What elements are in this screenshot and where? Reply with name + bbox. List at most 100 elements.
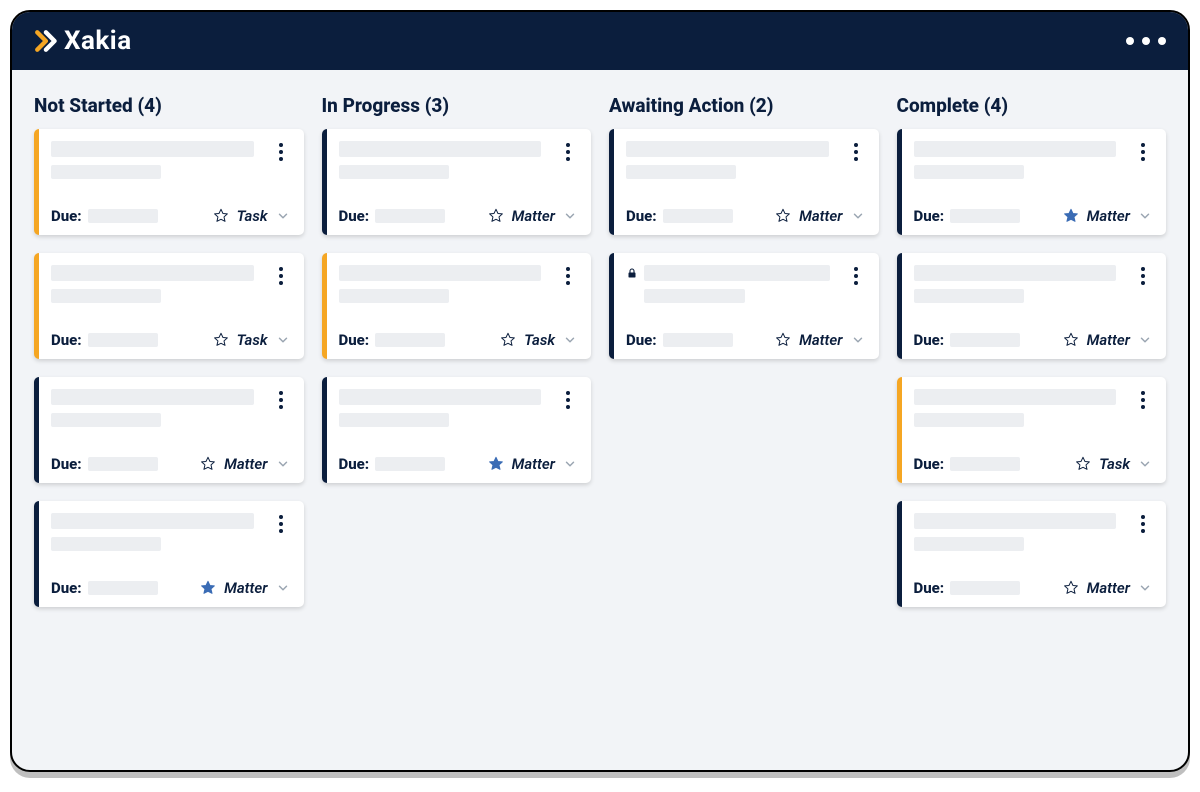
- kanban-board: Not Started (4) Due: Task: [12, 70, 1188, 770]
- card-title-placeholder: [51, 389, 272, 427]
- chevron-down-icon[interactable]: [563, 209, 577, 223]
- card-menu-button[interactable]: [1134, 141, 1152, 161]
- card-menu-button[interactable]: [272, 265, 290, 285]
- star-icon[interactable]: [1063, 580, 1079, 596]
- kanban-column: Not Started (4) Due: Task: [34, 94, 304, 625]
- column-title: In Progress (3): [322, 94, 592, 117]
- due-field: Due:: [626, 207, 733, 225]
- due-field: Due:: [914, 331, 1021, 349]
- due-label: Due:: [914, 579, 945, 597]
- kanban-card[interactable]: Due: Matter: [34, 501, 304, 607]
- card-type-label: Task: [1099, 455, 1130, 473]
- kanban-card[interactable]: Due: Matter: [322, 377, 592, 483]
- star-icon[interactable]: [500, 332, 516, 348]
- due-field: Due:: [51, 331, 158, 349]
- card-menu-button[interactable]: [559, 141, 577, 161]
- kanban-card[interactable]: Due: Matter: [34, 377, 304, 483]
- kanban-card[interactable]: Due: Matter: [609, 129, 879, 235]
- card-title-placeholder: [914, 389, 1135, 427]
- kanban-card[interactable]: Due: Task: [34, 129, 304, 235]
- due-value-placeholder: [375, 457, 445, 471]
- due-value-placeholder: [950, 333, 1020, 347]
- card-title-placeholder: [626, 141, 847, 179]
- kanban-card[interactable]: Due: Matter: [609, 253, 879, 359]
- card-type-label: Task: [237, 331, 268, 349]
- card-type-label: Matter: [1087, 579, 1130, 597]
- chevron-down-icon[interactable]: [563, 457, 577, 471]
- due-field: Due:: [914, 579, 1021, 597]
- card-type-label: Matter: [1087, 207, 1130, 225]
- chevron-down-icon[interactable]: [276, 209, 290, 223]
- card-menu-button[interactable]: [847, 141, 865, 161]
- due-label: Due:: [51, 455, 82, 473]
- card-menu-button[interactable]: [272, 389, 290, 409]
- due-value-placeholder: [375, 333, 445, 347]
- due-label: Due:: [914, 455, 945, 473]
- chevron-down-icon[interactable]: [276, 457, 290, 471]
- card-menu-button[interactable]: [559, 389, 577, 409]
- column-title: Awaiting Action (2): [609, 94, 879, 117]
- card-menu-button[interactable]: [847, 265, 865, 285]
- star-icon[interactable]: [488, 208, 504, 224]
- star-icon[interactable]: [200, 456, 216, 472]
- due-label: Due:: [626, 207, 657, 225]
- card-menu-button[interactable]: [272, 141, 290, 161]
- star-icon[interactable]: [200, 580, 216, 596]
- card-menu-button[interactable]: [1134, 265, 1152, 285]
- chevron-down-icon[interactable]: [851, 333, 865, 347]
- titlebar: Xakia: [12, 12, 1188, 70]
- due-label: Due:: [914, 331, 945, 349]
- chevron-down-icon[interactable]: [563, 333, 577, 347]
- due-value-placeholder: [88, 209, 158, 223]
- kanban-card[interactable]: Due: Task: [34, 253, 304, 359]
- card-menu-button[interactable]: [272, 513, 290, 533]
- window-menu-button[interactable]: [1126, 37, 1166, 45]
- star-icon[interactable]: [775, 332, 791, 348]
- kanban-card[interactable]: Due: Matter: [322, 129, 592, 235]
- star-icon[interactable]: [213, 208, 229, 224]
- star-icon[interactable]: [213, 332, 229, 348]
- chevron-down-icon[interactable]: [1138, 457, 1152, 471]
- card-title-placeholder: [644, 265, 847, 303]
- chevron-down-icon[interactable]: [1138, 581, 1152, 595]
- chevron-down-icon[interactable]: [1138, 209, 1152, 223]
- kanban-card[interactable]: Due: Matter: [897, 253, 1167, 359]
- brand-logo-icon: [34, 28, 60, 54]
- star-icon[interactable]: [1075, 456, 1091, 472]
- due-value-placeholder: [950, 209, 1020, 223]
- due-value-placeholder: [375, 209, 445, 223]
- lock-icon: [626, 266, 638, 280]
- chevron-down-icon[interactable]: [1138, 333, 1152, 347]
- card-menu-button[interactable]: [1134, 389, 1152, 409]
- card-type-label: Task: [237, 207, 268, 225]
- brand: Xakia: [34, 26, 132, 56]
- app-window: Xakia Not Started (4) Due:: [10, 10, 1190, 772]
- kanban-card[interactable]: Due: Matter: [897, 129, 1167, 235]
- chevron-down-icon[interactable]: [276, 581, 290, 595]
- due-value-placeholder: [950, 581, 1020, 595]
- star-icon[interactable]: [775, 208, 791, 224]
- card-type-label: Matter: [224, 579, 267, 597]
- due-value-placeholder: [88, 333, 158, 347]
- card-menu-button[interactable]: [559, 265, 577, 285]
- due-label: Due:: [51, 579, 82, 597]
- card-type-label: Task: [524, 331, 555, 349]
- card-title-placeholder: [339, 265, 560, 303]
- star-icon[interactable]: [1063, 208, 1079, 224]
- card-type-label: Matter: [799, 207, 842, 225]
- kanban-card[interactable]: Due: Task: [322, 253, 592, 359]
- kanban-card[interactable]: Due: Matter: [897, 501, 1167, 607]
- due-value-placeholder: [663, 333, 733, 347]
- card-title-placeholder: [339, 141, 560, 179]
- chevron-down-icon[interactable]: [276, 333, 290, 347]
- card-type-label: Matter: [1087, 331, 1130, 349]
- kanban-card[interactable]: Due: Task: [897, 377, 1167, 483]
- card-type-label: Matter: [512, 207, 555, 225]
- star-icon[interactable]: [488, 456, 504, 472]
- due-value-placeholder: [88, 457, 158, 471]
- brand-name: Xakia: [64, 26, 132, 56]
- star-icon[interactable]: [1063, 332, 1079, 348]
- card-menu-button[interactable]: [1134, 513, 1152, 533]
- chevron-down-icon[interactable]: [851, 209, 865, 223]
- due-field: Due:: [914, 207, 1021, 225]
